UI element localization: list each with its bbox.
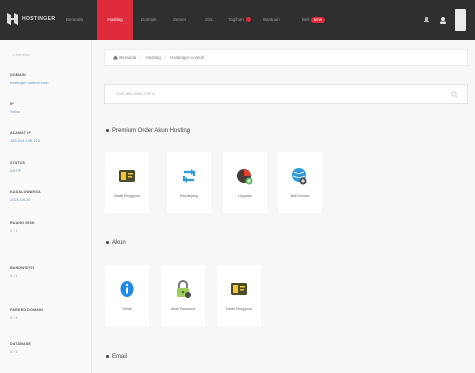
nav-tagihan[interactable]: Tagihan — [228, 0, 251, 40]
nav-bantuan[interactable]: Bantuan — [263, 0, 280, 40]
sidebar-item-key: KADALUWARSA — [10, 190, 41, 194]
sidebar-item-alamat-ip: ALAMAT IP 185.224.138.120 — [10, 131, 86, 143]
sidebar-item-value: 0 / 1 — [10, 228, 18, 233]
sidebar-item-kadaluwarsa: KADALUWARSA 2021-08-15 — [10, 190, 86, 202]
sidebar-item-value: 0 / 1 — [10, 273, 18, 278]
main-content: Beranda / Hosting / Hostinger-contoh Cari al… — [92, 40, 475, 373]
sidebar-item-key: PARKED DOMAIN — [10, 308, 44, 312]
account-sidebar: < Kembali DOMAIN hostinger-contoh.com IP… — [0, 40, 92, 373]
search-input[interactable]: Cari alat atau menu — [104, 84, 468, 104]
sidebar-item-value: 0 / 1 — [10, 349, 18, 354]
sidebar-item-key: ALAMAT IP — [10, 131, 32, 135]
brand-name: HOSTINGER — [22, 16, 56, 22]
sidebar-item-value[interactable]: 185.224.138.120 — [10, 138, 86, 143]
tile-detail[interactable]: Detail — [105, 265, 149, 326]
sidebar-item-key: BANDWIDTH — [10, 266, 34, 270]
sidebar-item-ruang-disk: RUANG DISK 0 / 1 — [10, 221, 86, 233]
sidebar-item-parked-domain: PARKED DOMAIN 0 / 1 — [10, 308, 86, 320]
lock-icon — [177, 280, 191, 298]
tile-label: Detail — [122, 307, 132, 311]
sidebar-item-domain: DOMAIN hostinger-contoh.com — [10, 73, 86, 85]
section-title-premium: Premium Order Akun Hosting — [106, 128, 190, 134]
sidebar-item-key: STATUS — [10, 161, 26, 165]
sidebar-item-key: DOMAIN — [10, 73, 26, 77]
nav-beranda[interactable]: Beranda — [66, 0, 83, 40]
tile-label: Beli Domain — [290, 194, 310, 198]
breadcrumb-item: Hostinger-contoh — [170, 55, 205, 60]
breadcrumb-item[interactable]: Hosting — [146, 55, 161, 60]
id-card-icon — [119, 170, 135, 182]
buy-domain-icon — [292, 168, 307, 185]
search-placeholder: Cari alat atau menu — [116, 91, 156, 96]
sidebar-item-ip: IP Show — [10, 102, 86, 114]
renew-icon — [182, 169, 196, 183]
notification-dot — [245, 17, 251, 23]
nav-hosting[interactable]: Hosting — [97, 0, 133, 40]
back-link[interactable]: < Kembali — [12, 52, 30, 57]
sidebar-item-database: DATABASE 0 / 1 — [10, 342, 86, 354]
sidebar-item-key: IP — [10, 102, 14, 106]
nav-beli[interactable]: Beli NEW — [302, 0, 325, 40]
tile-ubah-password[interactable]: Ubah Password — [161, 265, 205, 326]
tile-label: Detail Pengguna — [226, 307, 252, 311]
sidebar-item-key: DATABASE — [10, 342, 32, 346]
profile-icon[interactable] — [439, 16, 447, 24]
top-navigation-bar: HOSTINGER Beranda Hosting Domain Server … — [0, 0, 475, 40]
sidebar-item-value: AKTIF — [10, 168, 22, 173]
tile-label: Perpanjang — [180, 194, 198, 198]
tile-label: Ubah Password — [170, 307, 196, 311]
sidebar-item-bandwidth: BANDWIDTH 0 / 1 — [10, 266, 86, 278]
breadcrumb: Beranda / Hosting / Hostinger-contoh — [104, 49, 468, 66]
tile-label: Upgrade — [238, 194, 252, 198]
bell-icon[interactable] — [424, 17, 429, 23]
new-badge: NEW — [310, 16, 325, 23]
sidebar-item-value: 0 / 1 — [10, 315, 18, 320]
sidebar-item-status: STATUS AKTIF — [10, 161, 86, 173]
avatar[interactable] — [455, 9, 466, 31]
id-card-icon — [231, 283, 247, 295]
info-icon — [120, 281, 134, 297]
sidebar-item-value[interactable]: hostinger-contoh.com — [10, 80, 86, 85]
sidebar-item-value: 2021-08-15 — [10, 197, 31, 202]
tile-detail-pengguna[interactable]: Detail Pengguna — [105, 152, 149, 213]
nav-ssl[interactable]: SSL — [205, 0, 214, 40]
tile-label: Detail Pengguna — [114, 194, 140, 198]
upgrade-icon — [237, 169, 253, 185]
hostinger-logo-icon — [7, 13, 18, 25]
tile-detail-pengguna-akun[interactable]: Detail Pengguna — [217, 265, 261, 326]
nav-domain[interactable]: Domain — [141, 0, 157, 40]
tile-upgrade[interactable]: Upgrade — [223, 152, 267, 213]
tile-beli-domain[interactable]: Beli Domain — [278, 152, 322, 213]
search-icon[interactable] — [451, 91, 458, 98]
sidebar-item-value[interactable]: Show — [10, 109, 86, 114]
brand-logo[interactable]: HOSTINGER — [6, 12, 55, 26]
nav-server[interactable]: Server — [173, 0, 186, 40]
sidebar-item-key: RUANG DISK — [10, 221, 35, 225]
section-title-akun: Akun — [106, 240, 126, 246]
section-title-email: Email — [106, 354, 127, 360]
breadcrumb-item[interactable]: Beranda — [119, 55, 136, 60]
tile-perpanjang[interactable]: Perpanjang — [167, 152, 211, 213]
home-icon — [113, 55, 118, 60]
